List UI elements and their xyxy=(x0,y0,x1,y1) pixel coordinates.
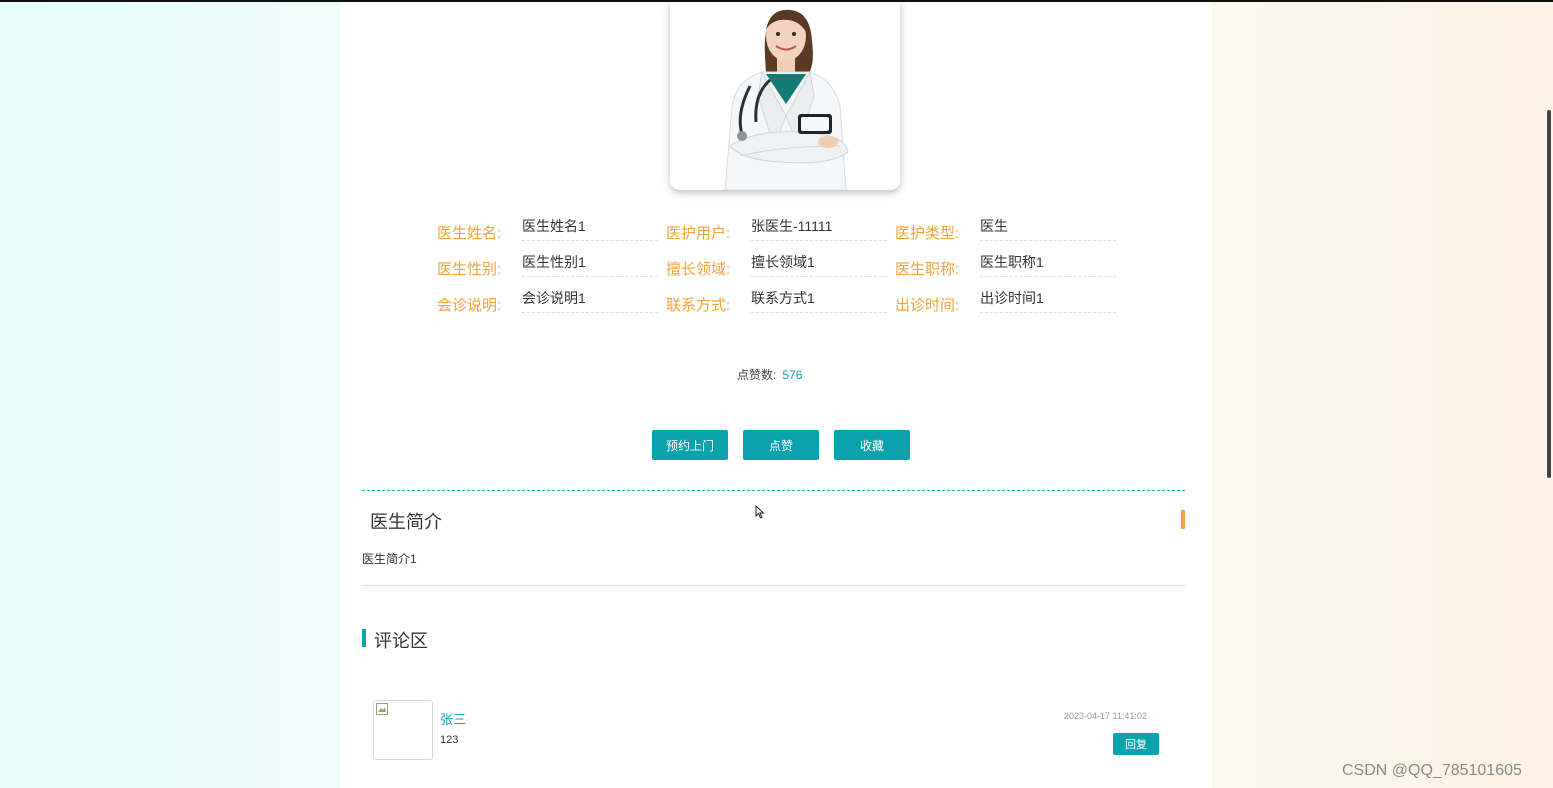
section-divider xyxy=(362,490,1185,491)
intro-text: 医生简介1 xyxy=(362,552,417,566)
book-visit-button[interactable]: 预约上门 xyxy=(652,430,728,460)
field-label: 医生姓名: xyxy=(437,225,502,242)
field-label: 擅长领域: xyxy=(666,261,731,278)
broken-image-icon xyxy=(376,703,388,715)
field-value: 联系方式1 xyxy=(751,288,887,313)
like-button[interactable]: 点赞 xyxy=(743,430,819,460)
intro-divider xyxy=(362,585,1185,586)
field-label: 医生职称: xyxy=(895,261,960,278)
comment-time: 2023-04-17 11:41:02 xyxy=(1064,711,1147,721)
comments-accent-bar xyxy=(362,629,366,647)
field-value: 医生职称1 xyxy=(980,252,1116,277)
comments-title: 评论区 xyxy=(374,631,428,651)
intro-title: 医生简介 xyxy=(370,512,442,532)
field-value: 出诊时间1 xyxy=(980,288,1116,313)
field-label: 医生性别: xyxy=(437,261,502,278)
watermark: CSDN @QQ_785101605 xyxy=(1342,762,1522,779)
comment-text: 123 xyxy=(440,734,459,746)
doctor-illustration xyxy=(670,2,900,190)
mouse-cursor-icon xyxy=(755,504,765,524)
field-label: 医护用户: xyxy=(666,225,731,242)
field-value: 医生 xyxy=(980,216,1116,241)
field-label: 会诊说明: xyxy=(437,297,502,314)
field-label: 联系方式: xyxy=(666,297,731,314)
like-count: 点赞数: 576 xyxy=(737,366,802,383)
field-label: 出诊时间: xyxy=(895,297,960,314)
like-count-label: 点赞数: xyxy=(737,368,777,382)
avatar xyxy=(373,700,433,760)
field-value: 医生性别1 xyxy=(522,252,658,277)
vertical-scrollbar[interactable] xyxy=(1545,2,1553,788)
field-value: 擅长领域1 xyxy=(751,252,887,277)
field-value: 会诊说明1 xyxy=(522,288,658,313)
intro-accent-mark xyxy=(1181,510,1185,529)
like-count-value: 576 xyxy=(782,368,803,382)
field-value: 张医生-11111 xyxy=(751,216,887,241)
main-content: 医生姓名: 医生姓名1 医护用户: 张医生-11111 医护类型: 医生 医生性… xyxy=(340,2,1208,788)
doctor-photo xyxy=(670,2,900,190)
reply-button[interactable]: 回复 xyxy=(1113,733,1159,755)
scrollbar-thumb[interactable] xyxy=(1547,110,1551,478)
comment-user[interactable]: 张三 xyxy=(440,709,466,728)
field-value: 医生姓名1 xyxy=(522,216,658,241)
page: 医生姓名: 医生姓名1 医护用户: 张医生-11111 医护类型: 医生 医生性… xyxy=(0,0,1553,788)
favorite-button[interactable]: 收藏 xyxy=(834,430,910,460)
field-label: 医护类型: xyxy=(895,225,960,242)
